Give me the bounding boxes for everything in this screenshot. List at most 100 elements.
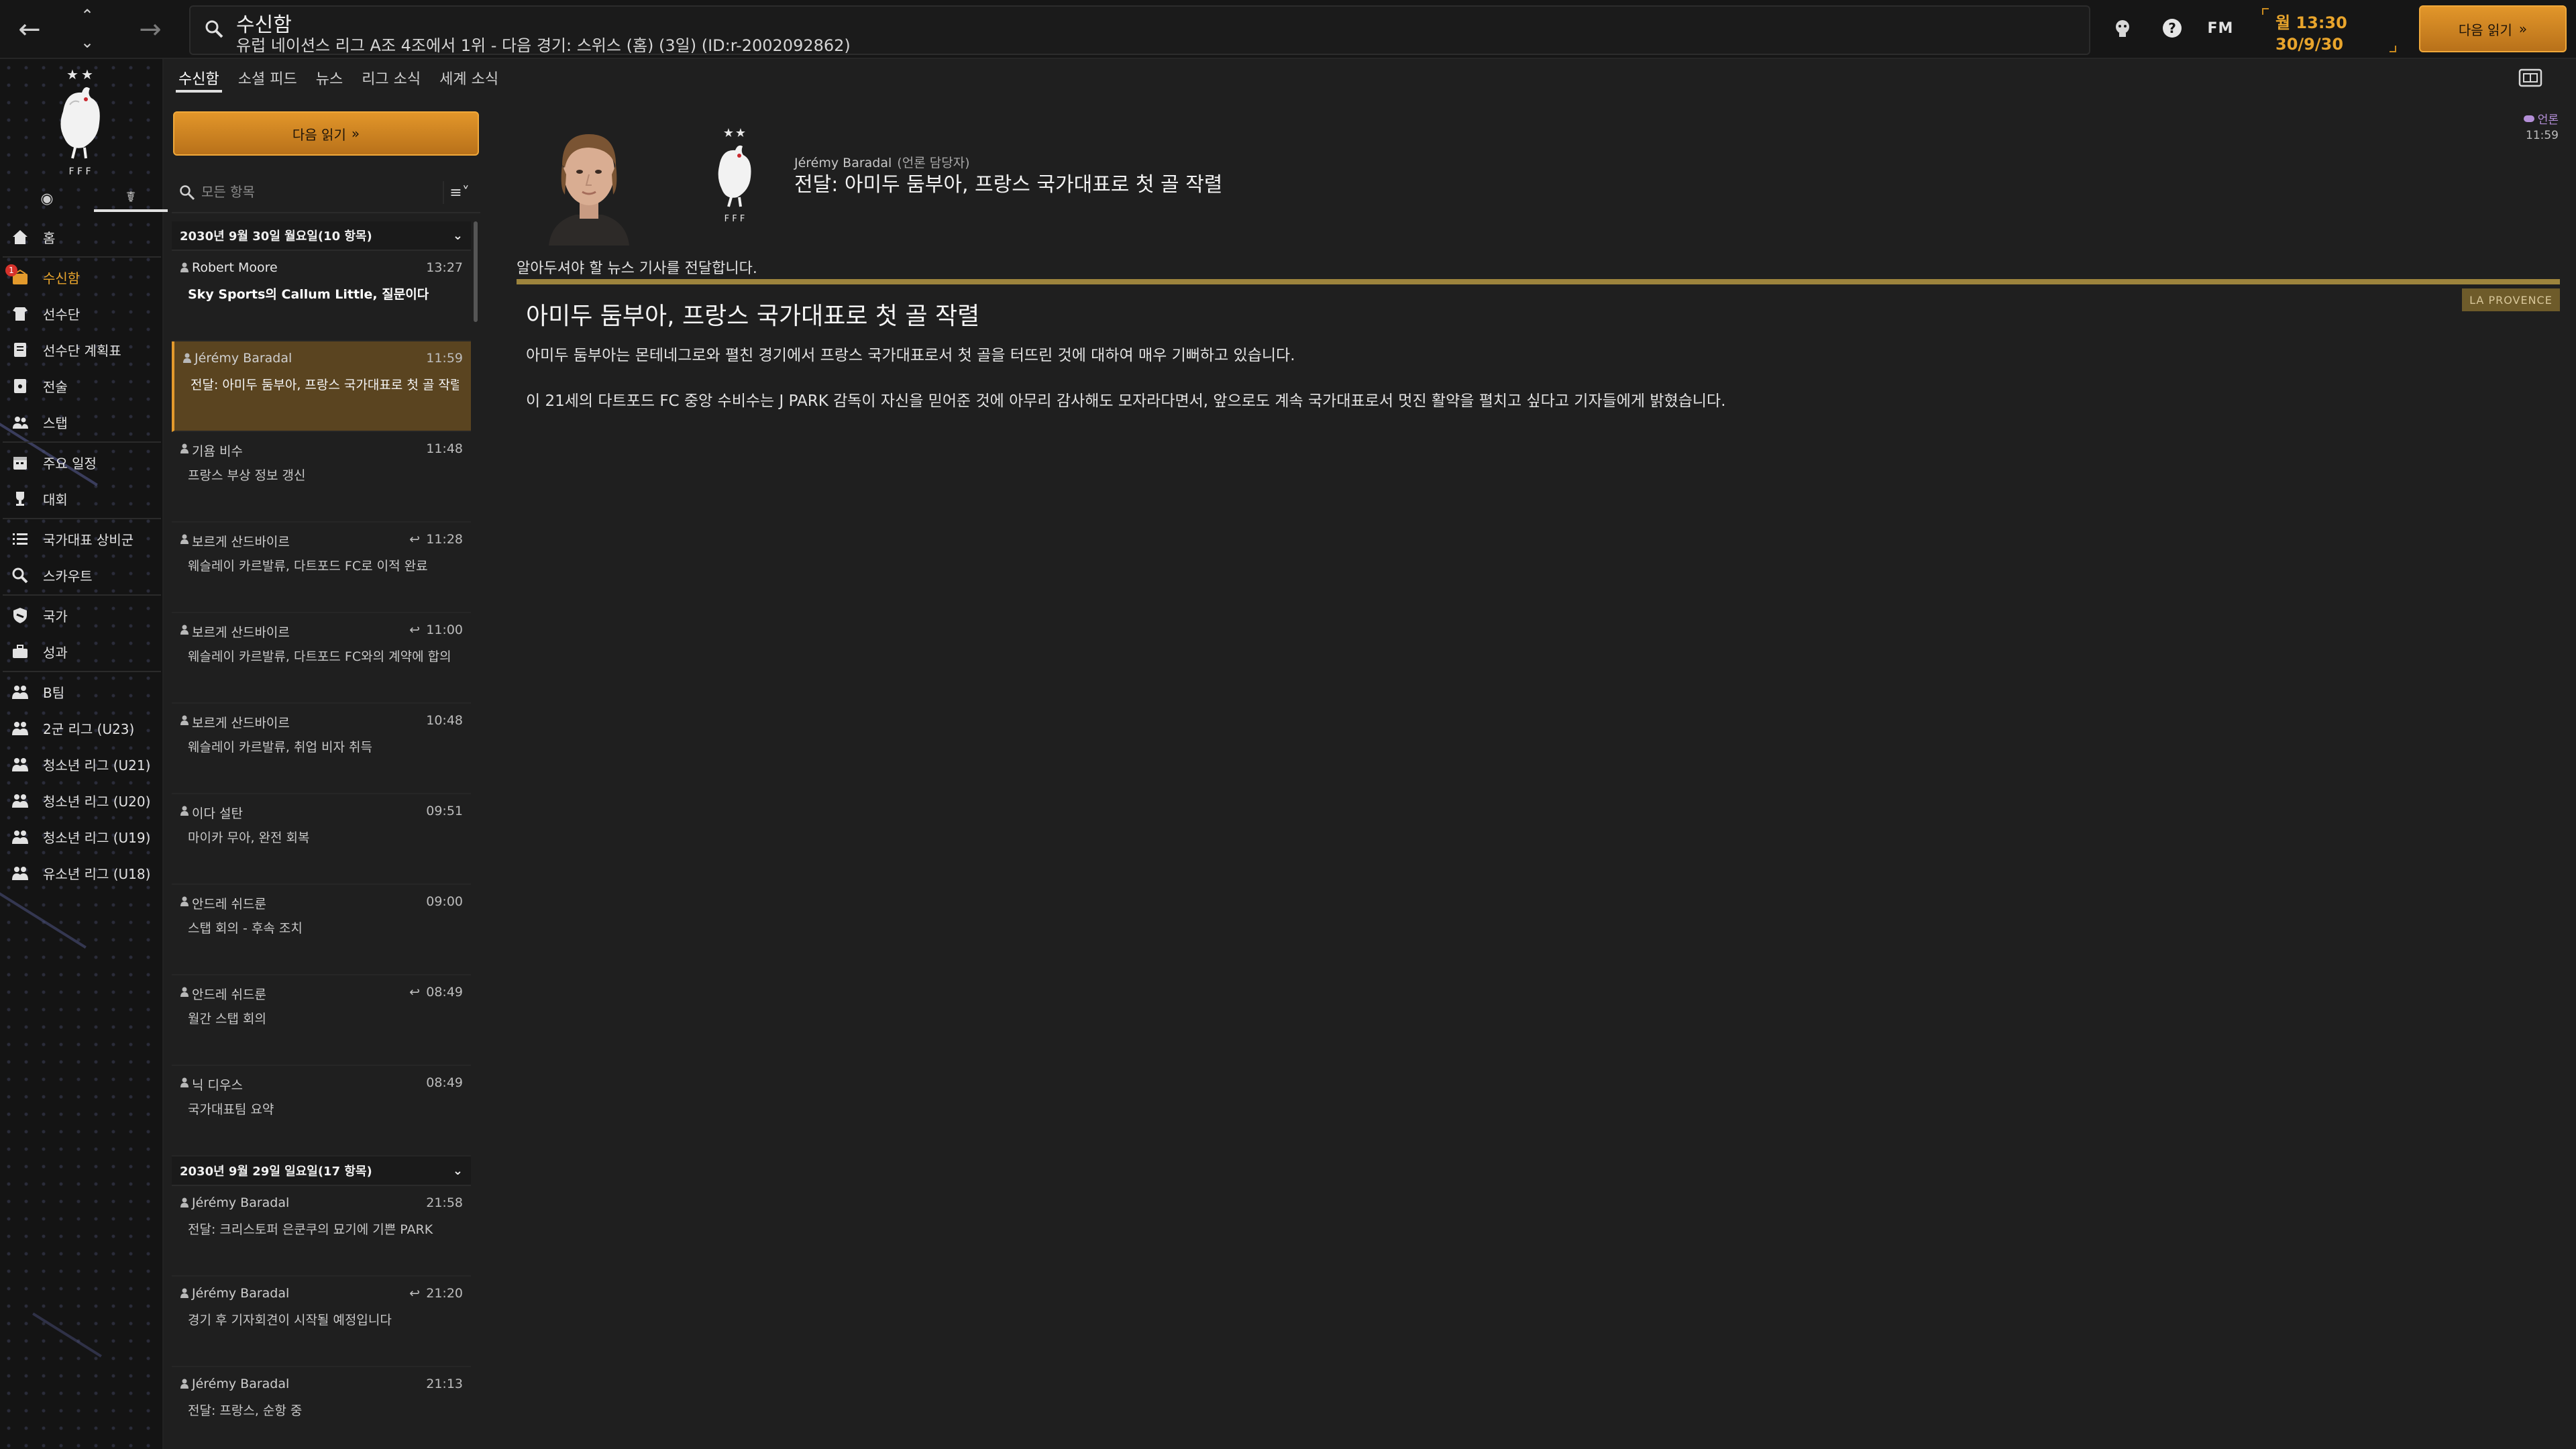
sidebar-item[interactable]: 국가대표 상비군 (0, 521, 164, 557)
sidebar-item[interactable]: 선수단 (0, 295, 164, 331)
sidebar-item[interactable]: 스탭 (0, 404, 164, 440)
person-icon (180, 1288, 189, 1298)
list-item[interactable]: Jérémy Baradal 21:58 전달: 크리스토퍼 은쿤쿠의 묘기에 기쁜… (172, 1186, 471, 1277)
sidebar-item[interactable]: B팀 (0, 674, 164, 710)
message-sender: Jérémy Baradal (192, 1195, 290, 1210)
message-sender: 안드레 쉬드룬 (192, 897, 266, 912)
person-icon (180, 443, 189, 453)
club-badge-icon[interactable]: ◉ (27, 185, 67, 212)
sidebar-item[interactable]: 국가 (0, 597, 164, 633)
sidebar-item-label: 수신함 (43, 270, 80, 286)
back-arrow-icon[interactable]: ← (12, 15, 47, 44)
message-subject: 전달: 아미두 둠부아, 프랑스 국가대표로 첫 골 작렬 (191, 378, 459, 392)
list-item[interactable]: 이다 설탄 09:51 마이카 무아, 완전 회복 (172, 794, 471, 885)
tab[interactable]: 리그 소식 (355, 64, 433, 93)
message-intro: 알아두셔야 할 뉴스 기사를 전달합니다. (517, 260, 757, 277)
date-group-label: 2030년 9월 30일 월요일(10 항목) (180, 229, 372, 244)
sidebar-item[interactable]: 전술 (0, 368, 164, 404)
fff-crest-logo[interactable]: ★ ★ F F F (43, 64, 117, 178)
message-subject: 웨슬레이 카르발류, 다트포드 FC로 이적 완료 (188, 559, 428, 574)
sidebar-item[interactable]: 청소년 리그 (U19) (0, 818, 164, 855)
sidebar-divider (3, 594, 161, 596)
svg-text:★: ★ (723, 126, 734, 140)
list-item[interactable]: 안드레 쉬드룬 ↩ 08:49 월간 스탭 회의 (172, 975, 471, 1066)
list-item[interactable]: 안드레 쉬드룬 09:00 스탭 회의 - 후속 조치 (172, 885, 471, 975)
list-item[interactable]: 보르게 산드바이르 ↩ 11:00 웨슬레이 카르발류, 다트포드 FC와의 계약에 … (172, 613, 471, 704)
list-item[interactable]: 보르게 산드바이르 10:48 웨슬레이 카르발류, 취업 비자 취득 (172, 704, 471, 794)
sidebar-item[interactable]: 청소년 리그 (U20) (0, 782, 164, 818)
message-time: 11:59 (426, 351, 463, 366)
sidebar-item[interactable]: 대회 (0, 480, 164, 517)
screen-layout-icon[interactable] (2517, 67, 2544, 90)
list-item[interactable]: Jérémy Baradal 21:13 전달: 프랑스, 순항 중 (172, 1367, 471, 1449)
article-source-badge: LA PROVENCE (2462, 288, 2560, 311)
sidebar-item[interactable]: 1 수신함 (0, 259, 164, 295)
person-icon (183, 353, 191, 363)
home-icon (11, 228, 30, 246)
inbox-list-column: 다음 읽기 » ≡˅ 2030년 9월 30일 월요일(10 항목) ⌄ Rober… (172, 101, 480, 1449)
national-team-badge-icon[interactable]: ☤ (94, 185, 168, 212)
sidebar-item[interactable]: 스카우트 (0, 557, 164, 593)
chevron-up-icon[interactable]: ⌃ (75, 5, 99, 25)
list-item[interactable]: 기욤 비수 11:48 프랑스 부상 정보 갱신 (172, 432, 471, 523)
tab[interactable]: 세계 소식 (433, 64, 511, 93)
message-time: 08:49 (426, 985, 463, 1000)
continue-label: 다음 읽기 (292, 126, 346, 143)
date-group-label: 2030년 9월 29일 일요일(17 항목) (180, 1165, 372, 1179)
message-time: 11:00 (426, 623, 463, 637)
sidebar-item[interactable]: 2군 리그 (U23) (0, 710, 164, 746)
list-item[interactable]: Jérémy Baradal ↩ 21:20 경기 후 기자회견이 시작될 예정입니다 (172, 1277, 471, 1367)
sidebar-item-label: 국가 (43, 608, 68, 625)
date-group-header[interactable]: 2030년 9월 30일 월요일(10 항목) ⌄ (172, 221, 471, 251)
inbox-message-list[interactable]: 2030년 9월 30일 월요일(10 항목) ⌄ Robert Moore 13:2… (172, 221, 480, 1449)
sidebar-divider (3, 441, 161, 443)
double-chevron-right-icon: » (2518, 21, 2528, 37)
person-icon (180, 625, 189, 635)
svg-text:F F F: F F F (724, 214, 745, 224)
inbox-continue-button[interactable]: 다음 읽기 » (173, 111, 479, 156)
message-subject: 전달: 아미두 둠부아, 프랑스 국가대표로 첫 골 작렬 (794, 173, 1223, 197)
message-sender: 이다 설탄 (192, 806, 243, 821)
forward-arrow-icon[interactable]: → (133, 15, 168, 44)
sort-menu-icon[interactable]: ≡˅ (443, 181, 475, 204)
performance-icon (11, 643, 30, 660)
tab[interactable]: 뉴스 (309, 64, 355, 93)
list-item[interactable]: Robert Moore 13:27 Sky Sports의 Callum Litt… (172, 251, 471, 341)
continue-button[interactable]: 다음 읽기 » (2419, 5, 2567, 52)
message-time: 08:49 (426, 1075, 463, 1090)
search-bar[interactable]: 수신함 유럽 네이션스 리그 A조 4조에서 1위 - 다음 경기: 스위스 (… (189, 5, 2090, 55)
list-item[interactable]: 닉 디우스 08:49 국가대표팀 요약 (172, 1066, 471, 1157)
help-icon[interactable]: ? (2159, 15, 2186, 42)
message-tag: 언론 (2523, 110, 2559, 127)
tab[interactable]: 수신함 (172, 64, 231, 93)
date-group-header[interactable]: 2030년 9월 29일 일요일(17 항목) ⌄ (172, 1157, 471, 1186)
svg-text:★: ★ (735, 126, 746, 140)
team-icon (11, 683, 30, 700)
person-icon (180, 262, 189, 272)
message-subject: 웨슬레이 카르발류, 취업 비자 취득 (188, 740, 372, 755)
sidebar-item[interactable]: 홈 (0, 219, 164, 255)
manager-face-icon[interactable] (2109, 15, 2136, 42)
inbox-search-input[interactable] (201, 180, 416, 204)
sidebar-item[interactable]: 선수단 계획표 (0, 331, 164, 368)
sidebar-item-label: 선수단 계획표 (43, 342, 121, 359)
person-icon (180, 987, 189, 997)
person-icon (180, 806, 189, 816)
message-subject: Sky Sports의 Callum Little, 질문이다 (188, 287, 429, 302)
message-subject: 전달: 크리스토퍼 은쿤쿠의 묘기에 기쁜 PARK (188, 1222, 433, 1237)
message-time: 11:48 (426, 441, 463, 456)
fm-logo[interactable]: FM (2202, 15, 2239, 42)
sidebar-item[interactable]: 성과 (0, 633, 164, 669)
game-datetime[interactable]: 월 13:30 30/9/30 (2262, 5, 2396, 54)
svg-text:F F F: F F F (68, 166, 91, 177)
tag-icon (2523, 115, 2534, 122)
tab[interactable]: 소셜 피드 (231, 64, 309, 93)
sidebar-item[interactable]: 청소년 리그 (U21) (0, 746, 164, 782)
scrollbar-thumb[interactable] (474, 221, 478, 322)
chevron-down-icon[interactable]: ⌄ (75, 32, 99, 52)
sidebar-item[interactable]: 주요 일정 (0, 444, 164, 480)
search-icon (205, 20, 223, 38)
list-item[interactable]: Jérémy Baradal 11:59 전달: 아미두 둠부아, 프랑스 국가대표… (172, 341, 471, 432)
sidebar-item[interactable]: 유소년 리그 (U18) (0, 855, 164, 891)
list-item[interactable]: 보르게 산드바이르 ↩ 11:28 웨슬레이 카르발류, 다트포드 FC로 이적 완료 (172, 523, 471, 613)
